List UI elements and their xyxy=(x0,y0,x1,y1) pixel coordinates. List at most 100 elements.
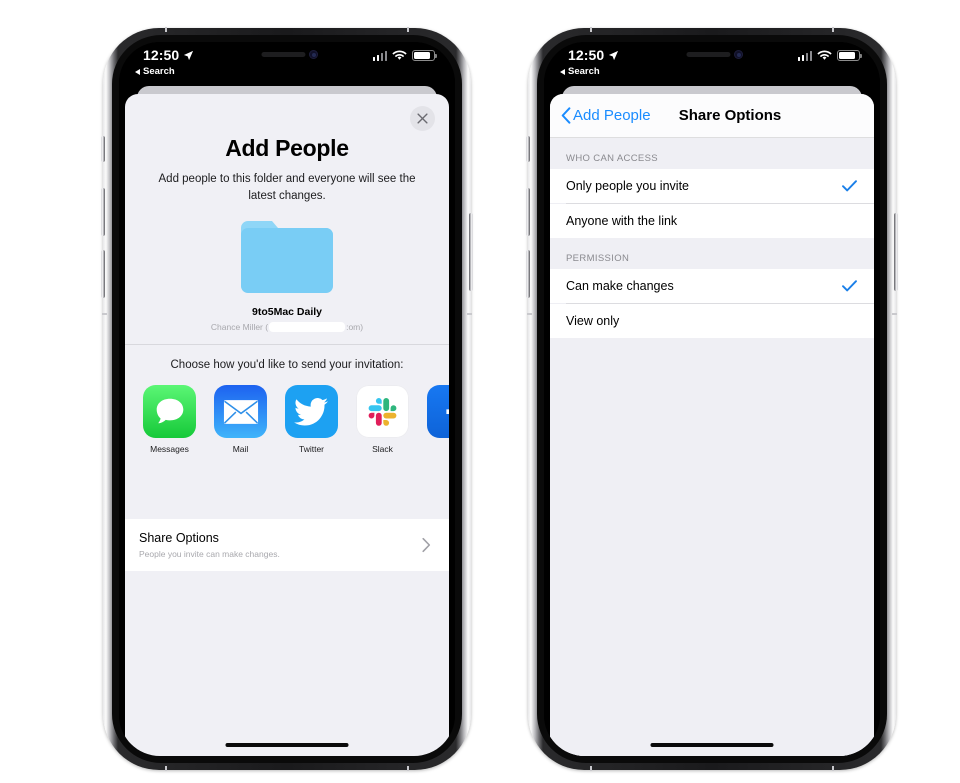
back-triangle-icon xyxy=(560,68,565,75)
home-indicator[interactable] xyxy=(650,743,774,747)
antenna-line xyxy=(165,766,167,771)
close-button[interactable] xyxy=(410,106,435,131)
share-app-facebook[interactable]: Fa xyxy=(427,385,449,454)
share-app-label: Fa xyxy=(427,444,450,454)
iphone-right: 12:50 Search Add People Share Options WH… xyxy=(526,27,898,771)
wifi-icon xyxy=(392,50,407,60)
checkmark-icon xyxy=(842,280,857,292)
share-app-label: Messages xyxy=(150,444,189,455)
antenna-line xyxy=(407,766,409,771)
battery-icon xyxy=(837,50,863,61)
add-people-sheet: Add People Add people to this folder and… xyxy=(125,94,449,756)
share-app-messages[interactable]: Messages xyxy=(143,385,196,454)
page-title: Share Options xyxy=(678,107,782,124)
status-time-label: 12:50 xyxy=(143,47,180,63)
share-options-sheet: Add People Share Options WHO CAN ACCESS … xyxy=(550,94,874,756)
back-to-search[interactable]: Search xyxy=(560,66,600,77)
status-bar: 12:50 Search xyxy=(119,42,455,86)
page-title: Add People xyxy=(225,135,349,161)
owner-suffix: :om) xyxy=(346,322,364,333)
notch xyxy=(228,42,346,68)
notch xyxy=(653,42,771,68)
list-empty-area xyxy=(550,338,874,756)
back-triangle-icon xyxy=(135,68,140,75)
antenna-line xyxy=(590,27,592,32)
status-time-label: 12:50 xyxy=(568,47,605,63)
twitter-icon xyxy=(285,385,338,439)
option-only-people-you-invite[interactable]: Only people you invite xyxy=(550,169,874,203)
power-button[interactable] xyxy=(469,213,473,291)
volume-up-button[interactable] xyxy=(101,188,105,236)
owner-prefix: Chance Miller ( xyxy=(210,322,269,333)
option-view-only[interactable]: View only xyxy=(550,304,874,338)
folder-preview xyxy=(125,218,449,301)
antenna-line xyxy=(832,766,834,771)
chevron-left-icon xyxy=(561,107,571,124)
iphone-left: 12:50 Search Add People Add people to th… xyxy=(101,27,473,771)
close-icon xyxy=(417,113,428,124)
earpiece-speaker-icon xyxy=(261,52,306,57)
option-can-make-changes[interactable]: Can make changes xyxy=(550,269,874,303)
volume-down-button[interactable] xyxy=(101,250,105,298)
antenna-line xyxy=(165,27,167,32)
share-app-twitter[interactable]: Twitter xyxy=(285,385,338,454)
back-to-search[interactable]: Search xyxy=(135,66,175,77)
navigation-bar: Add People Share Options xyxy=(550,94,874,138)
antenna-line xyxy=(467,313,472,315)
location-arrow-icon xyxy=(609,50,619,60)
mail-icon xyxy=(214,385,267,439)
option-label: Can make changes xyxy=(566,279,674,293)
phone-screen-right: 12:50 Search Add People Share Options WH… xyxy=(544,42,880,756)
status-time: 12:50 xyxy=(143,47,194,63)
home-indicator[interactable] xyxy=(225,743,349,747)
divider xyxy=(125,344,449,346)
silent-switch[interactable] xyxy=(101,136,105,162)
sheet-stack: Add People Share Options WHO CAN ACCESS … xyxy=(544,86,880,756)
wifi-icon xyxy=(817,50,832,60)
option-label: View only xyxy=(566,314,620,328)
back-button[interactable]: Add People xyxy=(561,107,651,124)
checkmark-icon xyxy=(842,180,857,192)
choose-method-label: Choose how you'd like to send your invit… xyxy=(170,359,404,372)
settings-list: WHO CAN ACCESS Only people you invite An… xyxy=(550,138,874,756)
share-options-row[interactable]: Share Options People you invite can make… xyxy=(125,519,449,571)
option-label: Only people you invite xyxy=(566,179,689,193)
antenna-line xyxy=(527,313,532,315)
status-bar: 12:50 Search xyxy=(544,42,880,86)
option-label: Anyone with the link xyxy=(566,214,678,228)
share-options-subtitle: People you invite can make changes. xyxy=(139,549,280,559)
share-app-mail[interactable]: Mail xyxy=(214,385,267,454)
antenna-line xyxy=(832,27,834,32)
status-time: 12:50 xyxy=(568,47,619,63)
antenna-line xyxy=(102,313,107,315)
power-button[interactable] xyxy=(894,213,898,291)
front-camera-icon xyxy=(734,50,743,59)
shared-item-name: 9to5Mac Daily xyxy=(251,306,323,319)
slack-icon xyxy=(356,385,409,439)
front-camera-icon xyxy=(309,50,318,59)
battery-icon xyxy=(412,50,438,61)
option-anyone-with-the-link[interactable]: Anyone with the link xyxy=(550,204,874,238)
section-header-who-can-access: WHO CAN ACCESS xyxy=(550,138,874,169)
messages-icon xyxy=(143,385,196,439)
share-app-label: Twitter xyxy=(298,444,325,455)
share-options-title: Share Options xyxy=(139,531,219,545)
chevron-right-icon xyxy=(422,537,431,553)
back-to-search-label: Search xyxy=(568,66,600,77)
back-to-search-label: Search xyxy=(143,66,175,77)
phone-screen-left: 12:50 Search Add People Add people to th… xyxy=(119,42,455,756)
status-indicators xyxy=(797,50,863,61)
status-indicators xyxy=(372,50,438,61)
share-app-row[interactable]: Messages Mail Twitter Slack xyxy=(125,371,449,454)
sheet-stack: Add People Add people to this folder and… xyxy=(119,86,455,756)
share-app-slack[interactable]: Slack xyxy=(356,385,409,454)
section-header-permission: PERMISSION xyxy=(550,238,874,269)
volume-up-button[interactable] xyxy=(526,188,530,236)
page-subtitle: Add people to this folder and everyone w… xyxy=(158,173,416,202)
silent-switch[interactable] xyxy=(526,136,530,162)
redacted-email xyxy=(269,322,346,333)
antenna-line xyxy=(590,766,592,771)
share-app-label: Slack xyxy=(372,444,393,455)
share-app-label: Mail xyxy=(232,444,249,455)
volume-down-button[interactable] xyxy=(526,250,530,298)
